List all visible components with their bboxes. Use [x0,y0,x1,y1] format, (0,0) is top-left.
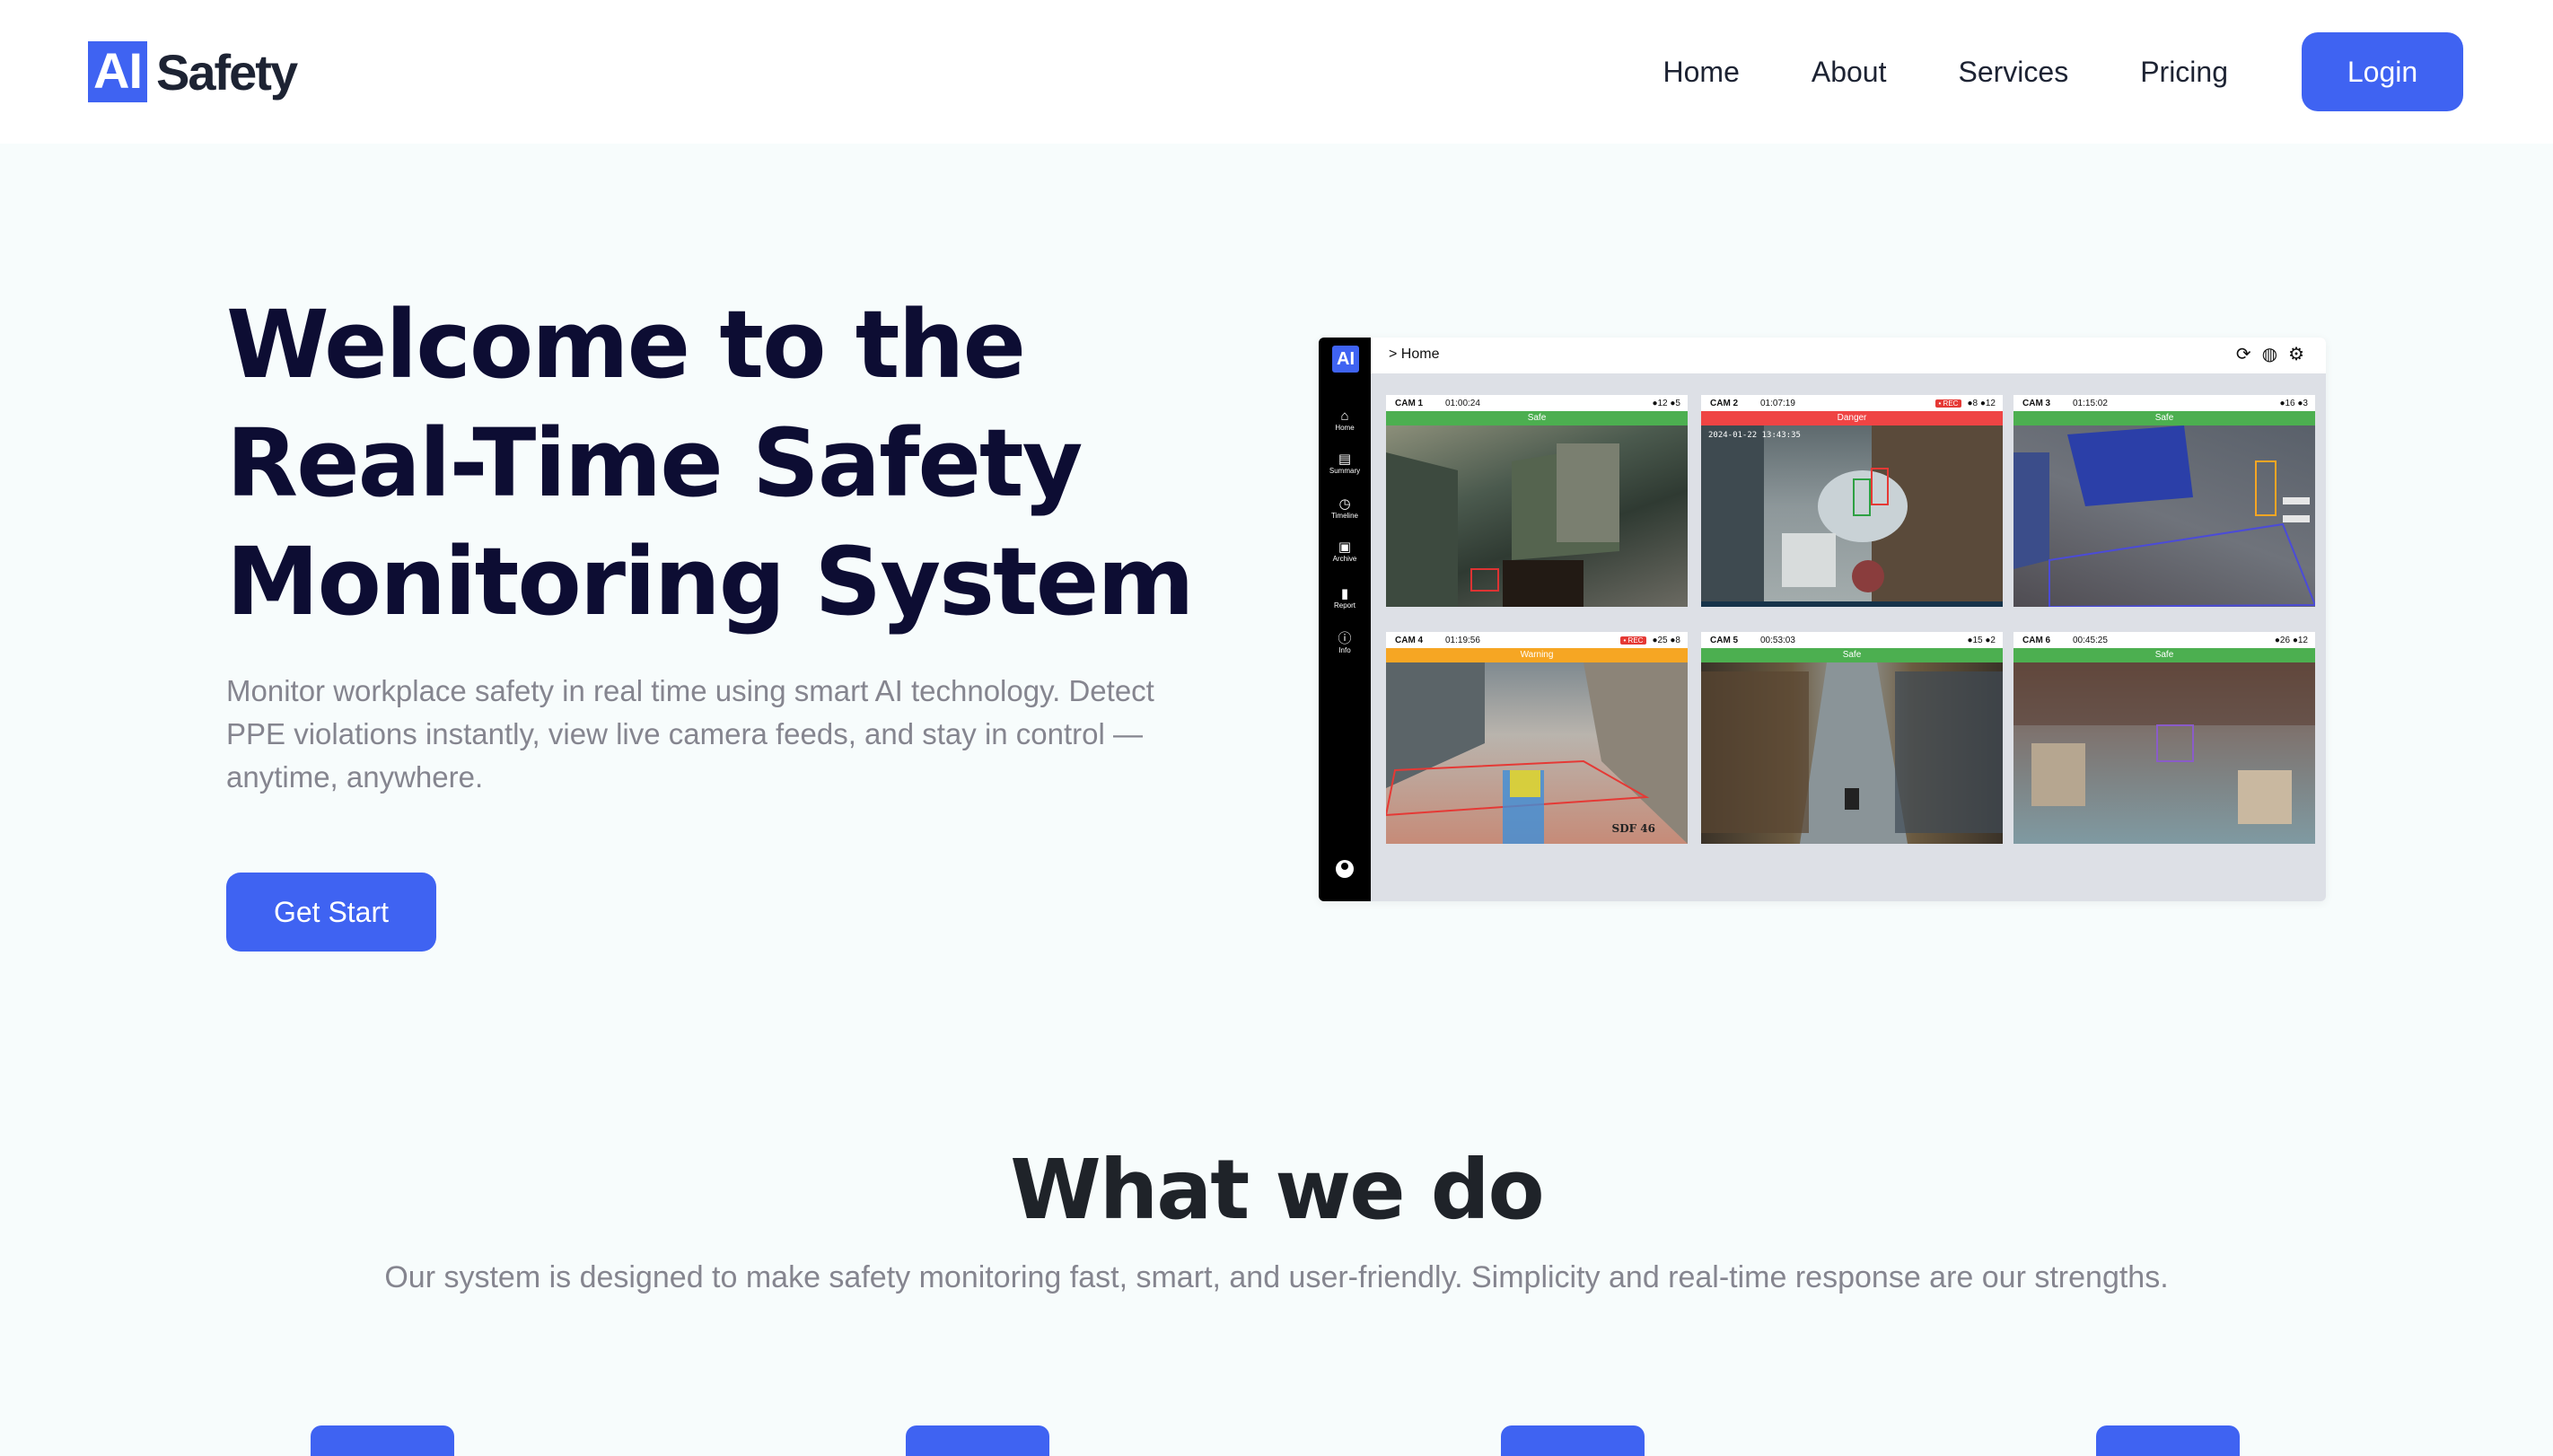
camera-header: CAM 3 01:15:02 ●16 ●3 [2013,395,2315,411]
hero-title-line: Real-Time Safety [226,408,1083,518]
sidebar-item-home: ⌂ Home [1319,409,1371,433]
sidebar-item-label: Summary [1329,467,1361,475]
site-header: AI Safety Home About Services Pricing Lo… [0,0,2553,144]
timeline-icon: ◷ [1338,496,1351,512]
camera-stats: • REC ●25 ●8 [1619,636,1680,645]
camera-tile: CAM 5 00:53:03 ●15 ●2 Safe [1701,632,2003,844]
dashboard-logo: AI [1332,346,1359,373]
camera-feed [2013,425,2315,607]
site-logo[interactable]: AI Safety [88,39,298,104]
camera-overlay-label: SDF 46 [1611,822,1655,835]
archive-icon: ▣ [1338,539,1352,555]
hero-title-line: Monitoring System [226,527,1195,636]
feature-card-icon-tile [2096,1425,2240,1456]
section-description: Our system is designed to make safety mo… [384,1260,2169,1294]
camera-status: Warning [1386,648,1688,662]
sidebar-item-label: Info [1338,646,1351,654]
camera-stats: • REC ●8 ●12 [1934,399,1996,408]
camera-status: Safe [1701,648,2003,662]
sidebar-item-label: Report [1333,601,1355,610]
camera-time: 01:00:24 [1445,399,1480,408]
camera-stats: ●12 ●5 [1652,399,1680,408]
camera-status: Safe [1386,411,1688,425]
camera-time: 01:19:56 [1445,636,1480,645]
login-button[interactable]: Login [2302,32,2463,111]
nav-about[interactable]: About [1812,56,1887,89]
info-icon: ⓘ [1338,631,1352,646]
dashboard-sidebar: AI ⌂ Home ▤ Summary ◷ Timeline ▣ Archive… [1319,338,1371,901]
camera-tile: CAM 3 01:15:02 ●16 ●3 Safe [2013,395,2315,607]
sidebar-item-archive: ▣ Archive [1319,540,1371,564]
sidebar-item-label: Home [1335,424,1355,432]
camera-feed [1386,425,1688,607]
report-icon: ▮ [1340,586,1349,601]
camera-feed [2013,662,2315,844]
refresh-icon: ⟳ [2235,345,2251,364]
sidebar-item-label: Archive [1332,555,1357,563]
hero-title: Welcome to the Real-Time Safety Monitori… [226,285,1259,641]
camera-status: Safe [2013,648,2315,662]
dashboard-tools: ⟳ ◍ ⚙ [2236,343,2304,365]
user-avatar-icon [1336,860,1354,878]
logo-text: Safety [156,43,298,101]
camera-tile: CAM 6 00:45:25 ●26 ●12 Safe [2013,632,2315,844]
camera-stats: ●16 ●3 [2279,399,2308,408]
get-start-button[interactable]: Get Start [226,873,436,952]
camera-header: CAM 2 01:07:19 • REC ●8 ●12 [1701,395,2003,411]
dashboard-preview: AI ⌂ Home ▤ Summary ◷ Timeline ▣ Archive… [1319,338,2326,901]
camera-name: CAM 3 [2022,399,2051,408]
nav-services[interactable]: Services [1958,56,2068,89]
camera-timestamp: 2024-01-22 13:43:35 [1708,431,1801,440]
summary-icon: ▤ [1338,452,1352,467]
camera-time: 00:53:03 [1760,636,1795,645]
camera-header: CAM 1 01:00:24 ●12 ●5 [1386,395,1688,411]
camera-name: CAM 1 [1395,399,1424,408]
sidebar-item-label: Timeline [1331,512,1358,520]
camera-name: CAM 2 [1710,399,1739,408]
camera-tile: CAM 2 01:07:19 • REC ●8 ●12 Danger 2024-0… [1701,395,2003,607]
nav-pricing[interactable]: Pricing [2140,56,2228,89]
camera-status: Safe [2013,411,2315,425]
breadcrumb: > Home [1389,346,1440,362]
camera-stats: ●26 ●12 [2274,636,2308,645]
dashboard-topbar: > Home ⟳ ◍ ⚙ [1371,338,2326,373]
camera-feed: SDF 46 [1386,662,1688,844]
camera-name: CAM 6 [2022,636,2051,645]
camera-time: 00:45:25 [2073,636,2108,645]
camera-header: CAM 6 00:45:25 ●26 ●12 [2013,632,2315,648]
globe-icon: ◍ [2261,345,2278,364]
camera-header: CAM 4 01:19:56 • REC ●25 ●8 [1386,632,1688,648]
sidebar-item-timeline: ◷ Timeline [1319,497,1371,521]
section-title: What we do [1010,1142,1545,1238]
camera-status: Danger [1701,411,2003,425]
feature-card-icon-tile [906,1425,1049,1456]
sidebar-item-report: ▮ Report [1319,587,1371,610]
camera-name: CAM 5 [1710,636,1739,645]
main-nav: Home About Services Pricing Login [1663,32,2463,111]
camera-time: 01:15:02 [2073,399,2108,408]
camera-feed: 2024-01-22 13:43:35 [1701,425,2003,607]
feature-card-icon-tile [311,1425,454,1456]
camera-time: 01:07:19 [1760,399,1795,408]
home-icon: ⌂ [1340,408,1349,424]
rec-badge: • REC [1934,399,1962,408]
camera-feed [1701,662,2003,844]
camera-tile: CAM 1 01:00:24 ●12 ●5 Safe [1386,395,1688,607]
camera-counts: ●8 ●12 [1967,399,1996,408]
gear-icon: ⚙ [2288,345,2304,364]
logo-mark: AI [88,41,147,102]
camera-stats: ●15 ●2 [1967,636,1996,645]
camera-header: CAM 5 00:53:03 ●15 ●2 [1701,632,2003,648]
camera-name: CAM 4 [1395,636,1424,645]
rec-badge: • REC [1619,636,1647,645]
hero-description: Monitor workplace safety in real time us… [226,674,1154,794]
nav-home[interactable]: Home [1663,56,1740,89]
feature-card-icon-tile [1501,1425,1645,1456]
camera-tile: CAM 4 01:19:56 • REC ●25 ●8 Warning SDF 4… [1386,632,1688,844]
hero-title-line: Welcome to the [226,290,1026,399]
sidebar-item-summary: ▤ Summary [1319,452,1371,476]
camera-counts: ●25 ●8 [1652,636,1680,645]
sidebar-item-info: ⓘ Info [1319,632,1371,655]
